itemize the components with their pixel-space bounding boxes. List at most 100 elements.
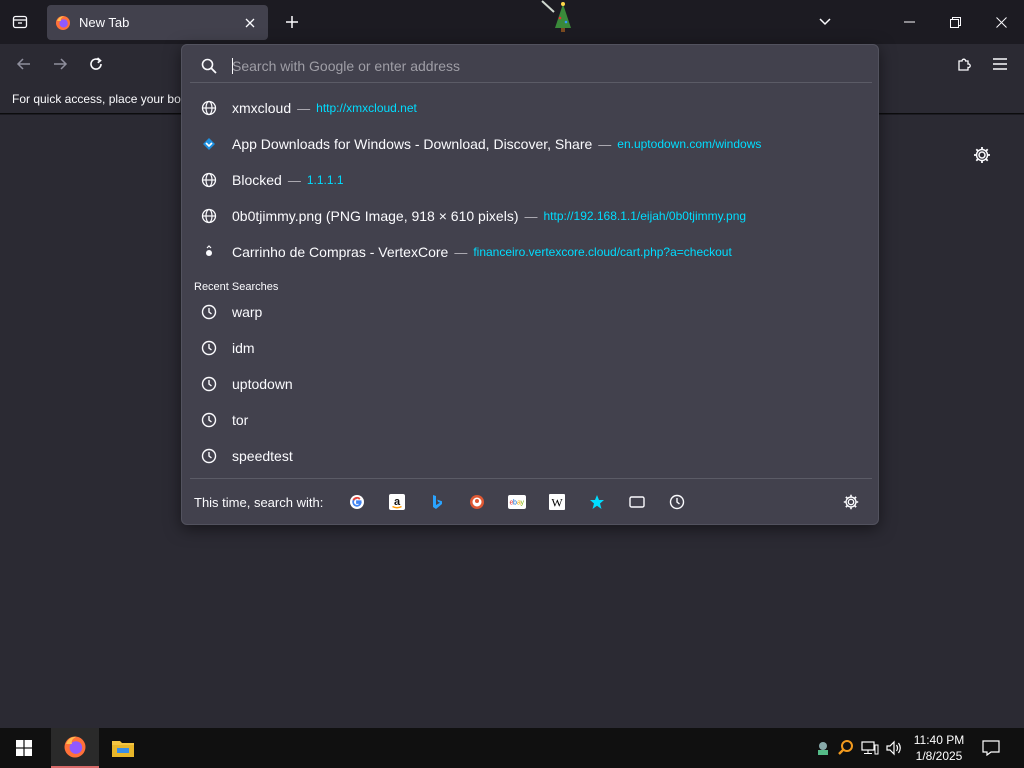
suggestion-row[interactable]: Carrinho de Compras - VertexCore — finance… xyxy=(190,235,872,269)
history-clock-icon xyxy=(200,303,218,321)
suggestion-separator: — xyxy=(454,244,468,260)
firefox-view-button[interactable] xyxy=(4,6,36,38)
recent-search-row[interactable]: speedtest xyxy=(190,439,872,473)
suggestion-row[interactable]: 0b0tjimmy.png (PNG Image, 918 × 610 pixe… xyxy=(190,199,872,233)
search-with-label: This time, search with: xyxy=(194,494,324,510)
suggestion-row[interactable]: xmxcloud — http://xmxcloud.net xyxy=(190,91,872,125)
globe-icon xyxy=(200,207,218,225)
bookmarks-empty-message: For quick access, place your boo xyxy=(12,92,182,106)
forward-button[interactable] xyxy=(48,52,72,76)
recent-search-text: speedtest xyxy=(232,448,293,464)
search-tray-icon[interactable] xyxy=(835,738,857,758)
clock-date: 1/8/2025 xyxy=(915,749,963,763)
clock-time: 11:40 PM xyxy=(913,733,965,747)
list-all-tabs-button[interactable] xyxy=(802,0,848,44)
suggestion-title: App Downloads for Windows - Download, Di… xyxy=(232,136,593,152)
recent-search-row[interactable]: warp xyxy=(190,295,872,329)
back-button[interactable] xyxy=(12,52,36,76)
plus-icon xyxy=(286,16,298,28)
app-menu-button[interactable] xyxy=(988,52,1012,76)
google-engine-button[interactable] xyxy=(337,488,377,516)
suggestion-separator: — xyxy=(524,208,538,224)
tabs-search-button[interactable] xyxy=(617,488,657,516)
ebay-engine-button[interactable]: ebay xyxy=(497,488,537,516)
close-window-button[interactable] xyxy=(978,0,1024,44)
wikipedia-engine-button[interactable]: W xyxy=(537,488,577,516)
arrow-left-icon xyxy=(16,58,30,70)
start-button[interactable] xyxy=(0,728,48,768)
suggestion-url: http://192.168.1.1/eijah/0b0tjimmy.png xyxy=(543,209,747,223)
history-clock-icon xyxy=(200,375,218,393)
reload-icon xyxy=(90,57,102,70)
tab-close-icon[interactable] xyxy=(242,15,258,31)
suggestion-separator: — xyxy=(297,100,311,116)
minimize-button[interactable] xyxy=(886,0,932,44)
volume-icon[interactable] xyxy=(883,738,905,758)
history-clock-icon xyxy=(200,411,218,429)
history-clock-icon xyxy=(200,339,218,357)
reload-button[interactable] xyxy=(84,52,108,76)
windows-taskbar: 11:40 PM 1/8/2025 xyxy=(0,728,1024,768)
duckduckgo-engine-button[interactable] xyxy=(457,488,497,516)
hamburger-menu-icon xyxy=(993,58,1007,70)
divider xyxy=(190,478,872,479)
vpn-tray-icon[interactable] xyxy=(812,738,834,758)
tab-title: New Tab xyxy=(79,15,130,30)
tab-strip: New Tab xyxy=(0,0,1024,44)
firefox-view-icon xyxy=(12,15,28,29)
one-off-search-bar: This time, search with: a ebay W xyxy=(190,485,872,519)
amazon-icon: a xyxy=(389,494,406,510)
suggestion-separator: — xyxy=(287,172,301,188)
globe-icon xyxy=(200,99,218,117)
folder-icon xyxy=(112,741,134,757)
restore-button[interactable] xyxy=(932,0,978,44)
svg-text:a: a xyxy=(394,496,401,508)
christmas-tree-cursor-icon xyxy=(540,0,576,34)
recent-search-row[interactable]: tor xyxy=(190,403,872,437)
history-search-button[interactable] xyxy=(657,488,697,516)
extensions-button[interactable] xyxy=(952,52,976,76)
gear-icon[interactable] xyxy=(972,145,992,165)
puzzle-icon xyxy=(958,58,971,71)
recent-search-row[interactable]: idm xyxy=(190,331,872,365)
address-bar[interactable] xyxy=(190,49,872,83)
ebay-icon: ebay xyxy=(508,495,527,509)
history-icon xyxy=(670,494,685,510)
suggestion-title: Carrinho de Compras - VertexCore xyxy=(232,244,449,260)
svg-text:W: W xyxy=(552,496,564,510)
tab-new-tab[interactable]: New Tab xyxy=(47,5,268,40)
taskbar-firefox[interactable] xyxy=(51,728,99,768)
suggestion-url: http://xmxcloud.net xyxy=(316,101,417,115)
system-clock[interactable]: 11:40 PM 1/8/2025 xyxy=(904,732,974,764)
suggestion-row[interactable]: App Downloads for Windows - Download, Di… xyxy=(190,127,872,161)
network-icon[interactable] xyxy=(859,738,881,758)
suggestion-separator: — xyxy=(598,136,612,152)
recent-search-text: tor xyxy=(232,412,249,428)
bing-engine-button[interactable] xyxy=(417,488,457,516)
address-bar-popup: xmxcloud — http://xmxcloud.net App Download… xyxy=(181,44,879,525)
history-clock-icon xyxy=(200,447,218,465)
vertexcore-icon xyxy=(200,243,218,261)
arrow-right-icon xyxy=(54,58,68,70)
amazon-engine-button[interactable]: a xyxy=(377,488,417,516)
firefox-icon xyxy=(64,736,86,758)
search-settings-gear-icon[interactable] xyxy=(842,493,860,511)
address-input[interactable] xyxy=(232,57,872,74)
suggestion-title: xmxcloud xyxy=(232,100,292,116)
new-tab-button[interactable] xyxy=(278,8,306,36)
recent-search-row[interactable]: uptodown xyxy=(190,367,872,401)
suggestion-url: 1.1.1.1 xyxy=(306,173,344,187)
notifications-button[interactable] xyxy=(980,738,1002,758)
recent-search-text: uptodown xyxy=(232,376,293,392)
suggestion-title: Blocked xyxy=(232,172,282,188)
close-icon xyxy=(995,16,1007,28)
bookmarks-star-icon xyxy=(590,495,605,509)
globe-icon xyxy=(200,171,218,189)
taskbar-file-explorer[interactable] xyxy=(99,728,147,768)
recent-search-text: warp xyxy=(232,304,263,320)
bookmarks-search-button[interactable] xyxy=(577,488,617,516)
firefox-icon xyxy=(56,15,70,30)
restore-icon xyxy=(949,16,961,28)
notification-icon xyxy=(982,740,1000,756)
suggestion-row[interactable]: Blocked — 1.1.1.1 xyxy=(190,163,872,197)
